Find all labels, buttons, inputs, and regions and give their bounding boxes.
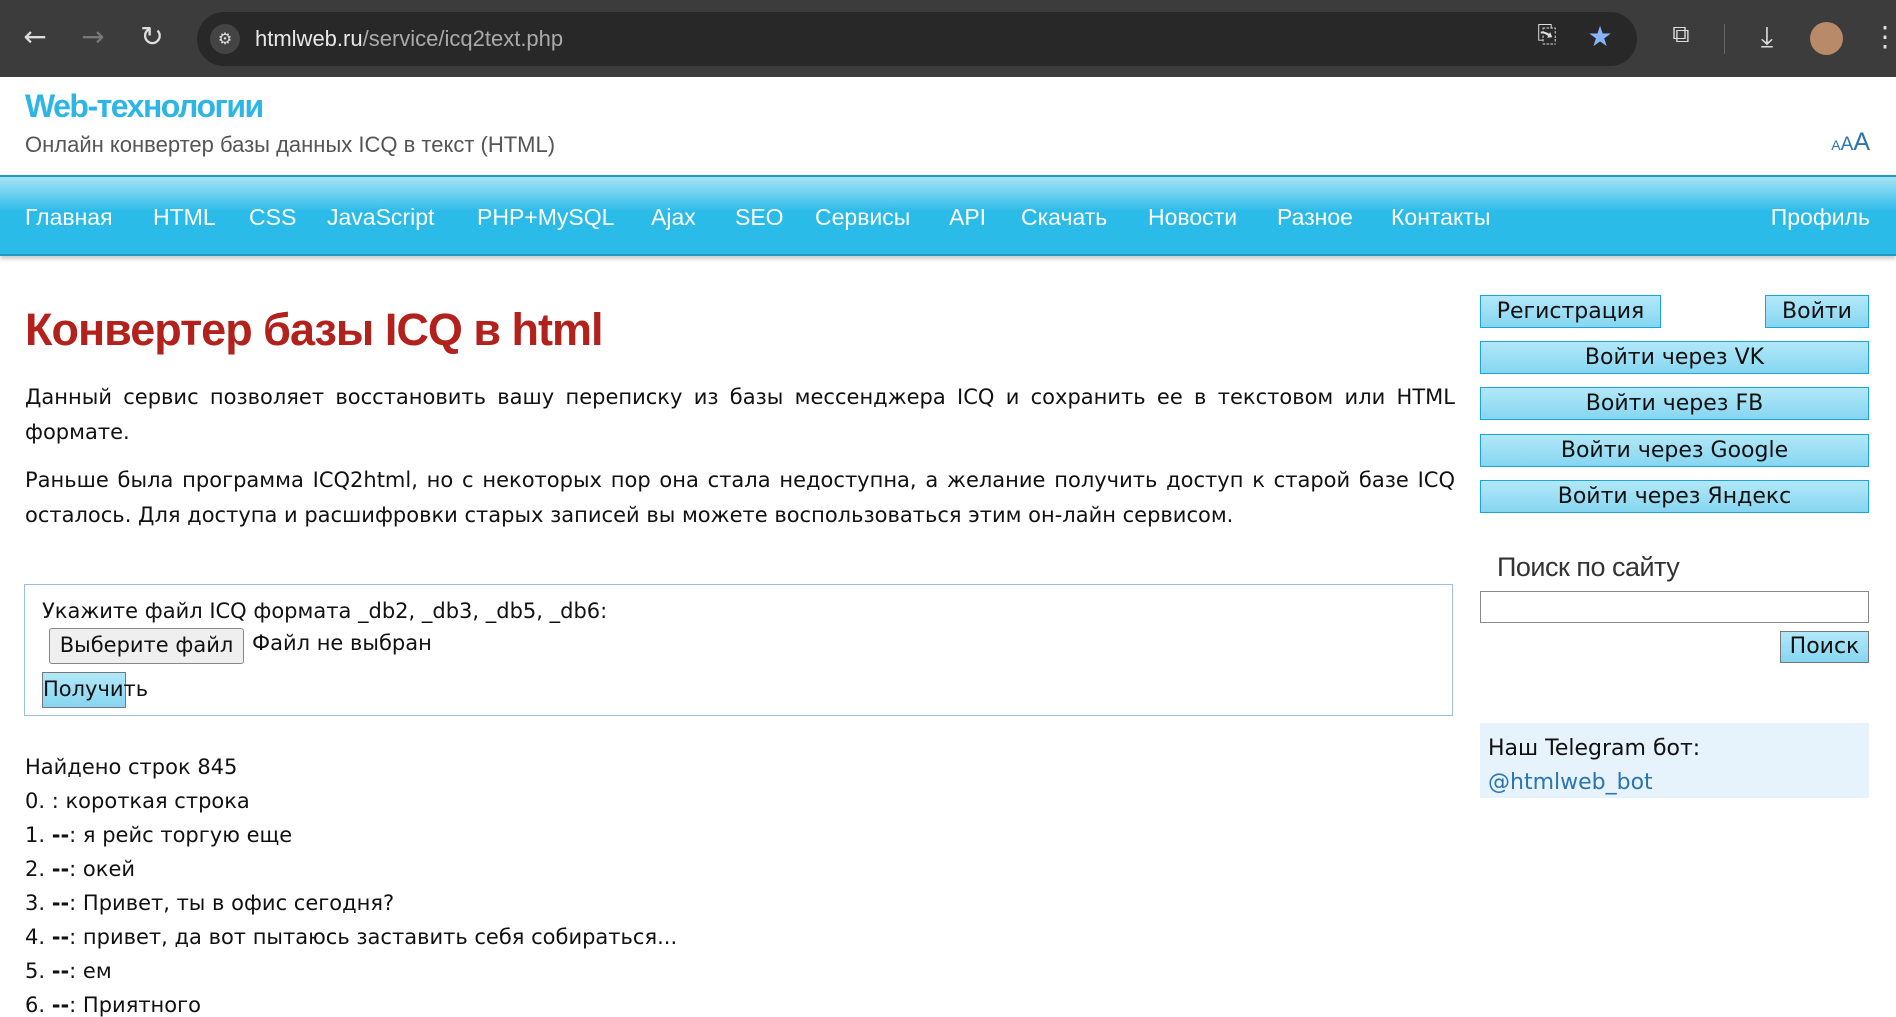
browser-toolbar: ← → ↻ ⚙ htmlweb.ru/service/icq2text.php … <box>0 0 1896 77</box>
found-count: Найдено строк 845 <box>25 755 238 779</box>
file-status: Файл не выбран <box>252 631 432 655</box>
upload-form: Укажите файл ICQ формата _db2, _db3, _db… <box>24 584 1453 716</box>
row-author: -- <box>51 993 70 1017</box>
nav-item-profile[interactable]: Профиль <box>1771 204 1870 231</box>
site-title[interactable]: Web-технологии <box>25 88 264 125</box>
login-google-button[interactable]: Войти через Google <box>1480 434 1869 467</box>
row-text: : привет, да вот пытаюсь заставить себя … <box>69 925 678 949</box>
toolbar-divider <box>1724 24 1725 54</box>
row-number: 3. <box>25 891 46 915</box>
row-text: : окей <box>69 857 136 881</box>
telegram-bot-link[interactable]: @htmlweb_bot <box>1488 770 1653 795</box>
back-icon[interactable]: ← <box>18 20 52 53</box>
search-button[interactable]: Поиск <box>1780 631 1869 663</box>
url-text[interactable]: htmlweb.ru/service/icq2text.php <box>255 26 563 52</box>
font-size-switcher: AAA <box>1831 128 1870 157</box>
main-nav: Главная HTML CSS JavaScript PHP+MySQL Aj… <box>0 175 1896 256</box>
bookmark-star-icon[interactable]: ★ <box>1583 20 1617 53</box>
file-label: Укажите файл ICQ формата _db2, _db3, _db… <box>42 599 608 623</box>
row-text: : Приятного <box>69 993 202 1017</box>
message-row: 1. --: я рейс торгую еще <box>25 823 292 847</box>
nav-item-api[interactable]: API <box>949 204 986 231</box>
login-yandex-button[interactable]: Войти через Яндекс <box>1480 480 1869 513</box>
message-row: 2. --: окей <box>25 857 135 881</box>
row-author: -- <box>51 857 70 881</box>
register-button[interactable]: Регистрация <box>1480 295 1661 328</box>
message-row: 0. : короткая строка <box>25 789 250 813</box>
nav-item-css[interactable]: CSS <box>249 204 296 231</box>
font-large-button[interactable]: A <box>1853 128 1870 156</box>
avatar[interactable] <box>1810 22 1843 55</box>
site-settings-icon[interactable]: ⚙ <box>210 24 240 54</box>
install-app-icon[interactable]: ⎘ <box>1530 20 1564 48</box>
nav-item-javascript[interactable]: JavaScript <box>327 204 434 231</box>
choose-file-button[interactable]: Выберите файл <box>49 628 244 664</box>
nav-item-ajax[interactable]: Ajax <box>651 204 696 231</box>
row-number: 2. <box>25 857 46 881</box>
menu-icon[interactable]: ⋮ <box>1868 20 1896 53</box>
nav-item-download[interactable]: Скачать <box>1021 204 1107 231</box>
url-host: htmlweb.ru <box>255 26 363 51</box>
login-vk-button[interactable]: Войти через VK <box>1480 341 1869 374</box>
login-button[interactable]: Войти <box>1765 295 1869 328</box>
row-text: : короткая строка <box>51 789 250 813</box>
row-author: -- <box>51 891 70 915</box>
search-input[interactable] <box>1480 591 1869 623</box>
forward-icon[interactable]: → <box>76 20 110 53</box>
nav-item-services[interactable]: Сервисы <box>815 204 910 231</box>
nav-item-php-mysql[interactable]: PHP+MySQL <box>477 204 614 231</box>
font-small-button[interactable]: A <box>1831 137 1840 153</box>
download-icon[interactable]: ⤓ <box>1750 20 1784 54</box>
row-author: -- <box>51 823 70 847</box>
message-row: 5. --: ем <box>25 959 112 983</box>
font-medium-button[interactable]: A <box>1841 134 1854 155</box>
message-row: 4. --: привет, да вот пытаюсь заставить … <box>25 925 677 949</box>
row-text: : я рейс торгую еще <box>69 823 293 847</box>
search-title: Поиск по сайту <box>1497 552 1680 582</box>
row-text: : Привет, ты в офис сегодня? <box>69 891 395 915</box>
row-number: 4. <box>25 925 46 949</box>
url-path: /service/icq2text.php <box>362 26 564 51</box>
row-number: 5. <box>25 959 46 983</box>
row-number: 6. <box>25 993 46 1017</box>
site-subtitle: Онлайн конвертер базы данных ICQ в текст… <box>25 132 556 157</box>
nav-item-seo[interactable]: SEO <box>735 204 784 231</box>
row-author: -- <box>51 925 70 949</box>
message-row: 3. --: Привет, ты в офис сегодня? <box>25 891 394 915</box>
nav-item-contacts[interactable]: Контакты <box>1391 204 1490 231</box>
extensions-icon[interactable]: ⧉ <box>1664 20 1698 48</box>
reload-icon[interactable]: ↻ <box>135 20 169 53</box>
nav-item-news[interactable]: Новости <box>1148 204 1237 231</box>
nav-item-html[interactable]: HTML <box>153 204 216 231</box>
telegram-box: Наш Telegram бот: @htmlweb_bot <box>1480 723 1869 798</box>
page-title: Конвертер базы ICQ в html <box>25 304 604 355</box>
history-paragraph: Раньше была программа ICQ2html, но с нек… <box>25 468 1455 527</box>
row-text: : ем <box>69 959 112 983</box>
nav-item-misc[interactable]: Разное <box>1277 204 1353 231</box>
login-fb-button[interactable]: Войти через FB <box>1480 387 1869 420</box>
row-number: 0. <box>25 789 46 813</box>
telegram-label: Наш Telegram бот: <box>1488 736 1701 761</box>
row-number: 1. <box>25 823 46 847</box>
message-row: 6. --: Приятного <box>25 993 201 1017</box>
row-author: -- <box>51 959 70 983</box>
submit-button[interactable]: Получить <box>42 672 148 708</box>
nav-item-home[interactable]: Главная <box>25 204 113 231</box>
intro-paragraph: Данный сервис позволяет восстановить ваш… <box>25 385 1455 444</box>
